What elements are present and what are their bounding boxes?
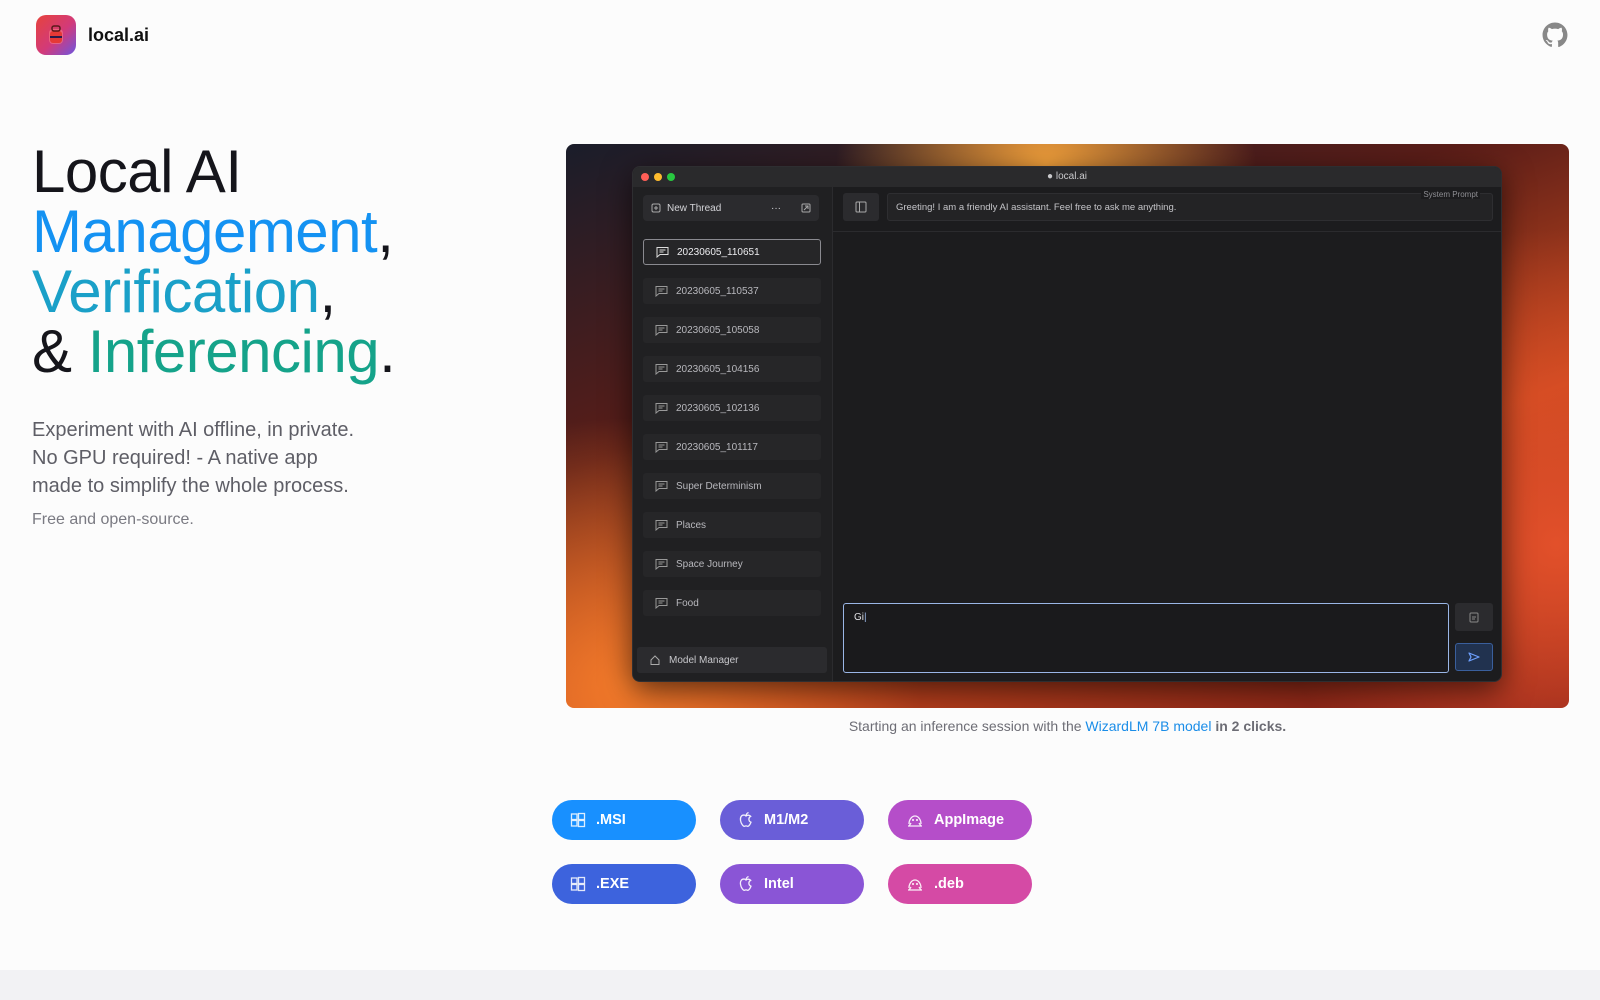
chat-bubble-icon [655,520,668,531]
chat-bubble-icon [655,325,668,336]
download-label: Intel [764,876,794,892]
new-thread-button[interactable]: New Thread ··· [643,195,819,221]
free-open-source-note: Free and open-source. [32,511,194,528]
clipboard-icon [1469,612,1479,623]
chat-bubble-icon [655,442,668,453]
plus-square-icon [651,203,661,213]
hero-line-2: Management, [32,198,394,265]
download-button[interactable]: .EXE [552,864,696,904]
system-prompt-text: Greeting! I am a friendly AI assistant. … [896,201,1177,213]
top-navbar: local.ai [0,0,1600,70]
chat-bubble-icon [655,364,668,375]
chat-bubble-icon [655,481,668,492]
download-button[interactable]: Intel [720,864,864,904]
window-title: ● local.ai [1047,171,1087,182]
wizardlm-model-link[interactable]: WizardLM 7B model [1085,718,1211,734]
thread-item[interactable]: 20230605_110651 [643,239,821,265]
apple-icon [738,875,754,893]
linux-icon [906,876,924,892]
screenshot-caption: Starting an inference session with the W… [848,718,1287,734]
send-icon [1468,652,1480,662]
hero-line-1: Local AI [32,138,242,205]
thread-item[interactable]: Space Journey [643,551,821,577]
thread-item[interactable]: Food [643,590,821,616]
thread-label: Space Journey [676,558,743,570]
more-icon[interactable]: ··· [771,203,781,214]
app-window: ● local.ai New Thread ··· 20230605_11065… [632,166,1502,682]
app-screenshot: ● local.ai New Thread ··· 20230605_11065… [566,144,1569,708]
chat-bubble-icon [655,559,668,570]
windows-icon [570,812,586,828]
download-label: .MSI [596,812,626,828]
thread-item[interactable]: 20230605_105058 [643,317,821,343]
hero-subtitle: Experiment with AI offline, in private. … [32,419,355,497]
hero-title: Local AI Management, Verification, & Inf… [32,138,396,385]
footer-band [0,970,1600,1000]
windows-icon [570,876,586,892]
system-prompt-bar: System Prompt Greeting! I am a friendly … [843,190,1493,221]
download-button[interactable]: .deb [888,864,1032,904]
download-button[interactable]: AppImage [888,800,1032,840]
thread-label: 20230605_102136 [676,402,760,414]
chat-bubble-icon [655,403,668,414]
thread-item[interactable]: 20230605_110537 [643,278,821,304]
hero-line-4: & Inferencing. [32,318,396,385]
thread-item[interactable]: Super Determinism [643,473,821,499]
system-prompt-label: System Prompt [1421,190,1480,199]
system-prompt-field[interactable]: System Prompt Greeting! I am a friendly … [887,190,1493,221]
backpack-logo-icon [36,15,76,55]
send-button[interactable] [1455,643,1493,671]
thread-item[interactable]: 20230605_104156 [643,356,821,382]
sidebar-icon [855,201,867,213]
thread-label: 20230605_105058 [676,324,760,336]
thread-label: 20230605_101117 [676,441,758,453]
chat-bubble-icon [656,247,669,258]
download-label: AppImage [934,812,1005,828]
github-icon[interactable] [1542,22,1568,48]
linux-icon [906,812,924,828]
download-label: .EXE [596,876,630,892]
thread-label: Food [676,597,699,609]
toggle-sidebar-button[interactable] [843,193,879,221]
thread-item[interactable]: 20230605_102136 [643,395,821,421]
thread-label: 20230605_104156 [676,363,760,375]
message-input[interactable]: Gi| [843,603,1449,673]
thread-label: 20230605_110651 [677,246,760,258]
brand-name: local.ai [88,24,150,45]
model-manager-button[interactable]: Model Manager [637,647,827,673]
download-label: .deb [934,876,964,892]
thread-label: Places [676,519,707,531]
brand[interactable]: local.ai [36,15,149,55]
download-label: M1/M2 [764,812,809,828]
thread-label: 20230605_110537 [676,285,759,297]
download-button[interactable]: M1/M2 [720,800,864,840]
download-button[interactable]: .MSI [552,800,696,840]
apple-icon [738,811,754,829]
import-icon[interactable] [801,203,811,213]
hero-line-3: Verification, [32,258,336,325]
thread-label: Super Determinism [676,480,762,492]
thread-sidebar: New Thread ··· 20230605_110651 20230605_1… [633,187,833,681]
window-titlebar: ● local.ai [633,167,1501,187]
thread-item[interactable]: Places [643,512,821,538]
chat-bubble-icon [655,286,668,297]
chat-divider [833,231,1501,232]
chat-bubble-icon [655,598,668,609]
home-icon [650,655,660,665]
attach-button[interactable] [1455,603,1493,631]
thread-item[interactable]: 20230605_101117 [643,434,821,460]
